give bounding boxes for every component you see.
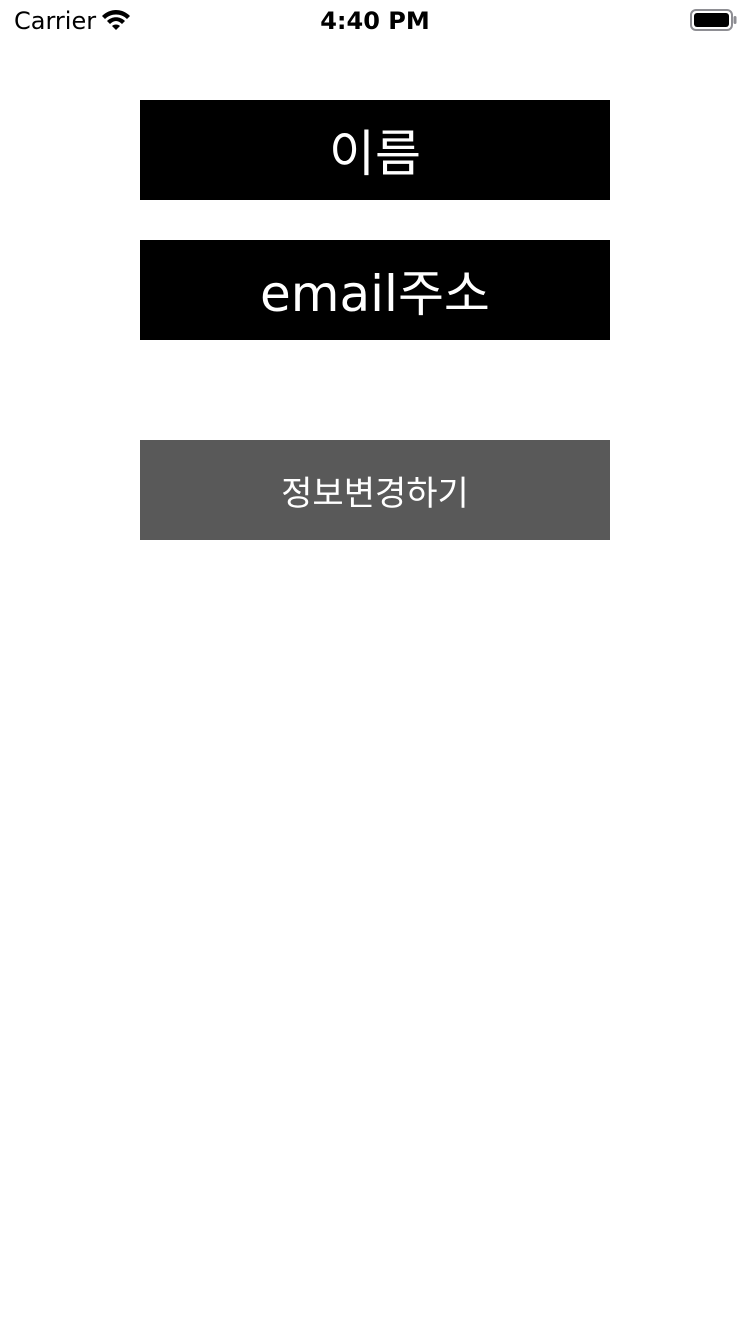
clock-time: 4:40 PM [320, 7, 430, 35]
email-label-text: email주소 [260, 265, 490, 323]
status-bar: Carrier 4:40 PM [0, 0, 750, 40]
email-label: email주소 [140, 240, 610, 340]
name-label: 이름 [140, 100, 610, 200]
change-info-button[interactable]: 정보변경하기 [140, 440, 610, 540]
screen: Carrier 4:40 PM 이름 email주소 정보변경하기 [0, 0, 750, 1334]
battery-full-icon [690, 8, 738, 32]
change-info-button-label: 정보변경하기 [281, 473, 469, 514]
name-label-text: 이름 [329, 125, 421, 183]
